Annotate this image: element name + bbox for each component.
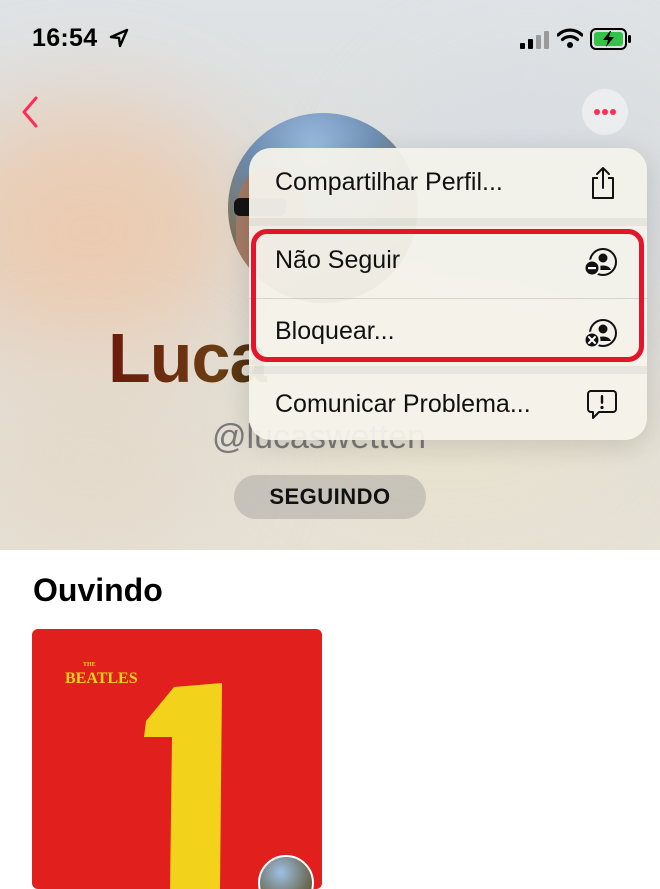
report-bubble-icon <box>587 390 617 419</box>
album-cover[interactable]: THE BEATLES <box>32 629 322 889</box>
album-band-logo: THE BEATLES <box>65 662 138 687</box>
menu-item-label: Comunicar Problema... <box>275 390 531 418</box>
listener-avatar <box>258 855 314 889</box>
location-arrow-icon <box>109 28 129 53</box>
more-options-button[interactable] <box>582 89 628 135</box>
battery-charging-icon <box>590 28 632 55</box>
following-button[interactable]: SEGUINDO <box>234 475 426 519</box>
status-bar: 16:54 <box>0 0 660 80</box>
menu-item-share-profile[interactable]: Compartilhar Perfil... <box>249 148 647 218</box>
section-title-listening: Ouvindo <box>33 572 163 608</box>
chevron-left-icon <box>16 96 46 136</box>
back-button[interactable] <box>16 92 46 132</box>
cellular-signal-icon <box>520 30 550 55</box>
highlight-box <box>251 229 644 362</box>
menu-item-report-problem[interactable]: Comunicar Problema... <box>249 370 647 440</box>
wifi-icon <box>556 27 584 54</box>
status-time: 16:54 <box>32 24 98 52</box>
menu-item-label: Compartilhar Perfil... <box>275 168 503 196</box>
share-icon <box>592 167 614 199</box>
album-number-one <box>144 683 222 889</box>
profile-name: Luca <box>108 319 268 397</box>
